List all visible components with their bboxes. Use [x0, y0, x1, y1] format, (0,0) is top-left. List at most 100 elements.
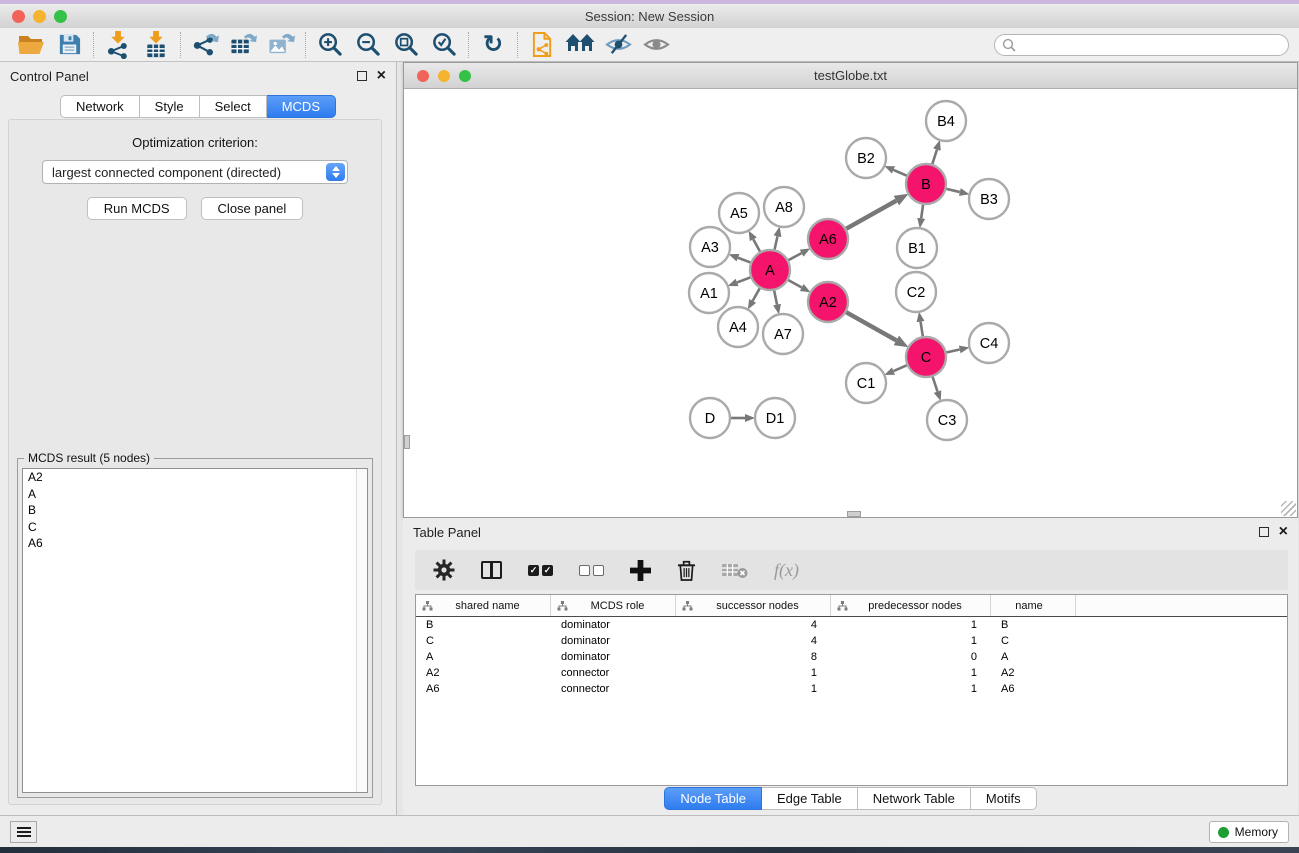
close-panel-button[interactable]: Close panel [201, 197, 304, 220]
graph-node-A8[interactable]: A8 [764, 187, 804, 227]
tab-network-table[interactable]: Network Table [858, 787, 971, 810]
graph-node-A6[interactable]: A6 [808, 219, 848, 259]
close-table-panel-icon[interactable]: × [1279, 527, 1288, 537]
cell[interactable]: dominator [551, 619, 676, 631]
graph-node-B1[interactable]: B1 [897, 228, 937, 268]
cell[interactable]: A6 [416, 683, 551, 695]
delete-table-icon[interactable] [722, 561, 748, 579]
table-row-a6[interactable]: A6connector11A6 [416, 681, 1287, 697]
graph-node-C4[interactable]: C4 [969, 323, 1009, 363]
cell[interactable]: 0 [831, 651, 991, 663]
column-header-mcds-role[interactable]: MCDS role [551, 595, 676, 616]
cell[interactable]: A2 [991, 667, 1076, 679]
cell[interactable]: 8 [676, 651, 831, 663]
mcds-result-list[interactable]: A2ABCA6 [22, 468, 368, 793]
show-all-icon[interactable] [637, 30, 675, 60]
zoom-fit-icon[interactable] [387, 30, 425, 60]
tab-mcds[interactable]: MCDS [267, 95, 336, 118]
cell[interactable]: 1 [831, 619, 991, 631]
cell[interactable]: 4 [676, 619, 831, 631]
open-file-icon[interactable] [12, 30, 50, 60]
table-row-a2[interactable]: A2connector11A2 [416, 665, 1287, 681]
import-table-icon[interactable] [137, 30, 175, 60]
graph-node-A2[interactable]: A2 [808, 282, 848, 322]
table-settings-icon[interactable] [433, 559, 455, 581]
cell[interactable]: A [416, 651, 551, 663]
result-scrollbar[interactable] [356, 469, 367, 792]
graph-node-D[interactable]: D [690, 398, 730, 438]
memory-button[interactable]: Memory [1209, 821, 1289, 843]
cell[interactable]: dominator [551, 651, 676, 663]
resize-grip[interactable] [1281, 501, 1296, 516]
node-table[interactable]: shared nameMCDS rolesuccessor nodesprede… [415, 594, 1288, 786]
result-item-a[interactable]: A [23, 486, 367, 503]
column-header-successor-nodes[interactable]: successor nodes [676, 595, 831, 616]
new-network-from-selection-icon[interactable] [523, 30, 561, 60]
result-item-b[interactable]: B [23, 502, 367, 519]
function-builder-icon[interactable]: f(x) [774, 560, 799, 581]
save-session-icon[interactable] [50, 30, 88, 60]
export-table-icon[interactable] [224, 30, 262, 60]
zoom-out-icon[interactable] [349, 30, 387, 60]
cell[interactable]: C [416, 635, 551, 647]
graph-node-B[interactable]: B [906, 164, 946, 204]
graph-node-B3[interactable]: B3 [969, 179, 1009, 219]
horizontal-scroll-nub[interactable] [847, 511, 861, 517]
column-header-name[interactable]: name [991, 595, 1076, 616]
cell[interactable]: B [991, 619, 1076, 631]
result-item-a2[interactable]: A2 [23, 469, 367, 486]
result-item-c[interactable]: C [23, 519, 367, 536]
cell[interactable]: 1 [676, 683, 831, 695]
task-history-button[interactable] [10, 821, 37, 843]
graph-node-A1[interactable]: A1 [689, 273, 729, 313]
graph-node-A5[interactable]: A5 [719, 193, 759, 233]
select-all-columns-icon[interactable]: ✓✓ [528, 565, 553, 576]
split-panel-icon[interactable] [481, 561, 502, 579]
cell[interactable]: A2 [416, 667, 551, 679]
graph-node-A3[interactable]: A3 [690, 227, 730, 267]
cell[interactable]: 1 [676, 667, 831, 679]
table-row-b[interactable]: Bdominator41B [416, 617, 1287, 633]
graph-node-C1[interactable]: C1 [846, 363, 886, 403]
export-network-icon[interactable] [186, 30, 224, 60]
result-item-a6[interactable]: A6 [23, 535, 367, 552]
unselect-all-columns-icon[interactable] [579, 565, 604, 576]
float-table-panel-icon[interactable] [1259, 527, 1269, 537]
graph-node-A[interactable]: A [750, 250, 790, 290]
tab-network[interactable]: Network [60, 95, 140, 118]
column-header-predecessor-nodes[interactable]: predecessor nodes [831, 595, 991, 616]
cell[interactable]: connector [551, 683, 676, 695]
show-hide-graphics-details-icon[interactable] [561, 30, 599, 60]
network-graph[interactable]: B4B2BB3A8A5A6A3B1AC2A1A2A4A7C4CC1C3DD1 [404, 89, 1297, 517]
graph-node-C3[interactable]: C3 [927, 400, 967, 440]
graph-node-C[interactable]: C [906, 337, 946, 377]
graph-node-B2[interactable]: B2 [846, 138, 886, 178]
optimization-criterion-select[interactable]: largest connected component (directed) [42, 160, 348, 184]
search-box[interactable] [994, 34, 1289, 56]
cell[interactable]: 4 [676, 635, 831, 647]
tab-motifs[interactable]: Motifs [971, 787, 1037, 810]
graph-node-A7[interactable]: A7 [763, 314, 803, 354]
zoom-in-icon[interactable] [311, 30, 349, 60]
cell[interactable]: A [991, 651, 1076, 663]
tab-select[interactable]: Select [200, 95, 267, 118]
cell[interactable]: B [416, 619, 551, 631]
zoom-selected-icon[interactable] [425, 30, 463, 60]
float-panel-icon[interactable] [357, 71, 367, 81]
vertical-scroll-nub[interactable] [404, 435, 410, 449]
close-panel-icon[interactable]: × [377, 71, 386, 81]
delete-columns-icon[interactable] [677, 559, 696, 582]
create-column-icon[interactable] [630, 560, 651, 581]
graph-node-D1[interactable]: D1 [755, 398, 795, 438]
table-row-c[interactable]: Cdominator41C [416, 633, 1287, 649]
tab-edge-table[interactable]: Edge Table [762, 787, 858, 810]
tab-node-table[interactable]: Node Table [664, 787, 762, 810]
graph-node-B4[interactable]: B4 [926, 101, 966, 141]
search-input[interactable] [1016, 36, 1288, 54]
refresh-view-icon[interactable]: ↻ [474, 30, 512, 60]
cell[interactable]: C [991, 635, 1076, 647]
table-row-a[interactable]: Adominator80A [416, 649, 1287, 665]
cell[interactable]: 1 [831, 667, 991, 679]
cell[interactable]: connector [551, 667, 676, 679]
network-canvas[interactable]: B4B2BB3A8A5A6A3B1AC2A1A2A4A7C4CC1C3DD1 [404, 89, 1297, 517]
